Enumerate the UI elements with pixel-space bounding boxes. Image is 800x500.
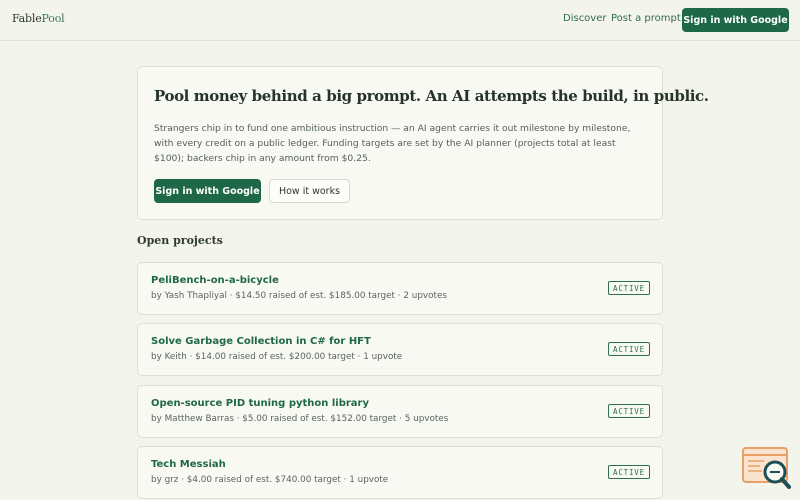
project-title[interactable]: PeliBench-on-a-bicycle: [151, 275, 279, 286]
status-badge: ACTIVE: [608, 404, 650, 418]
header-sign-in-button[interactable]: Sign in with Google: [682, 8, 789, 32]
brand-name-part2: Pool: [41, 12, 65, 25]
inspect-magnifier-icon[interactable]: [742, 446, 792, 492]
project-title[interactable]: Tech Messiah: [151, 459, 226, 470]
brand-logo[interactable]: FablePool: [12, 12, 65, 25]
hero-sign-in-button[interactable]: Sign in with Google: [154, 179, 261, 203]
project-title[interactable]: Solve Garbage Collection in C# for HFT: [151, 336, 371, 347]
project-card[interactable]: PeliBench-on-a-bicycle by Yash Thapliyal…: [137, 262, 663, 315]
project-title[interactable]: Open-source PID tuning python library: [151, 398, 369, 409]
status-badge: ACTIVE: [608, 465, 650, 479]
project-meta: by grz · $4.00 raised of est. $740.00 ta…: [151, 475, 389, 485]
project-card[interactable]: Open-source PID tuning python library by…: [137, 385, 663, 438]
project-card[interactable]: Tech Messiah by grz · $4.00 raised of es…: [137, 446, 663, 499]
hero-title: Pool money behind a big prompt. An AI at…: [154, 87, 709, 105]
nav-discover-link[interactable]: Discover: [563, 13, 607, 24]
hero-card: Pool money behind a big prompt. An AI at…: [137, 66, 709, 220]
how-it-works-button[interactable]: How it works: [269, 179, 350, 203]
top-navigation-bar: FablePool Discover Post a prompt Sign in…: [0, 0, 800, 41]
open-projects-heading: Open projects: [137, 234, 223, 247]
project-meta: by Yash Thapliyal · $14.50 raised of est…: [151, 291, 447, 301]
hero-description: Strangers chip in to fund one ambitious …: [154, 123, 631, 164]
project-card[interactable]: Solve Garbage Collection in C# for HFT b…: [137, 323, 663, 376]
project-meta: by Keith · $14.00 raised of est. $200.00…: [151, 352, 403, 362]
nav-post-prompt-link[interactable]: Post a prompt: [611, 13, 681, 24]
project-meta: by Matthew Barras · $5.00 raised of est.…: [151, 414, 449, 424]
status-badge: ACTIVE: [608, 342, 650, 356]
status-badge: ACTIVE: [608, 281, 650, 295]
brand-name-part1: Fable: [12, 12, 42, 25]
